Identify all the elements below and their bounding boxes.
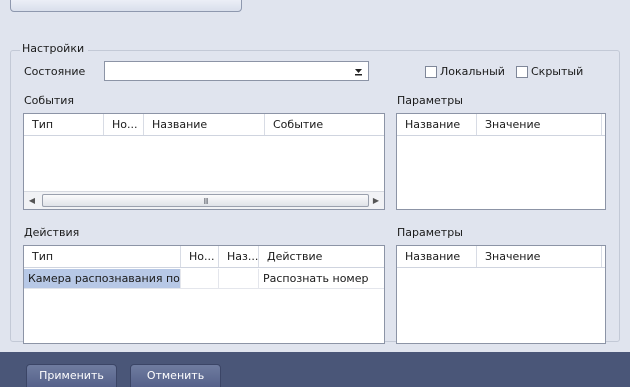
actions-params-title: Параметры [397,226,463,239]
actions-table[interactable]: Тип Но... Наз... Действие Камера распозн… [23,245,385,344]
cancel-button[interactable]: Отменить [130,364,221,387]
hidden-checkbox-label: Скрытый [531,65,584,78]
scroll-left-icon[interactable]: ◀ [24,192,40,209]
top-tab[interactable] [10,0,242,12]
apply-button[interactable]: Применить [26,364,117,387]
events-params-col-value[interactable]: Значение [477,114,602,135]
events-hscrollbar[interactable]: ◀ III ▶ [24,191,384,209]
action-row-name[interactable] [219,269,259,288]
actions-params-table[interactable]: Название Значение [396,245,606,344]
action-row-number[interactable] [181,269,219,288]
action-row-type[interactable]: Камера распознавания по ... [24,269,181,288]
local-checkbox[interactable]: Локальный [425,65,505,78]
events-table[interactable]: Тип Но... Название Событие ◀ III ▶ [23,113,385,210]
events-col-name[interactable]: Название [144,114,265,135]
hidden-checkbox[interactable]: Скрытый [516,65,583,78]
state-combobox[interactable] [104,61,369,81]
action-row-action[interactable]: Распознать номер [259,269,384,288]
events-params-title: Параметры [397,94,463,107]
events-col-event[interactable]: Событие [265,114,384,135]
actions-params-header: Название Значение [397,246,605,268]
settings-group-title: Настройки [20,42,89,55]
scroll-grip: III [203,197,208,206]
actions-col-type[interactable]: Тип [24,246,181,267]
events-params-header: Название Значение [397,114,605,136]
events-params-col-name[interactable]: Название [397,114,477,135]
local-checkbox-label: Локальный [440,65,505,78]
events-title: События [24,94,75,107]
state-label: Состояние [24,65,86,78]
table-row[interactable]: Камера распознавания по ... Распознать н… [24,269,384,289]
actions-params-col-value[interactable]: Значение [477,246,602,267]
actions-title: Действия [24,226,80,239]
scroll-thumb[interactable]: III [42,194,369,207]
scroll-right-icon[interactable]: ▶ [368,192,384,209]
events-col-type[interactable]: Тип [24,114,104,135]
actions-params-col-name[interactable]: Название [397,246,477,267]
events-table-header: Тип Но... Название Событие [24,114,384,136]
actions-col-name[interactable]: Наз... [219,246,259,267]
local-checkbox-box[interactable] [425,65,437,78]
hidden-checkbox-box[interactable] [516,65,528,78]
actions-col-action[interactable]: Действие [259,246,384,267]
events-col-number[interactable]: Но... [104,114,144,135]
events-params-table[interactable]: Название Значение [396,113,606,210]
chevron-down-icon[interactable] [352,64,365,78]
actions-table-header: Тип Но... Наз... Действие [24,246,384,268]
actions-col-number[interactable]: Но... [181,246,219,267]
